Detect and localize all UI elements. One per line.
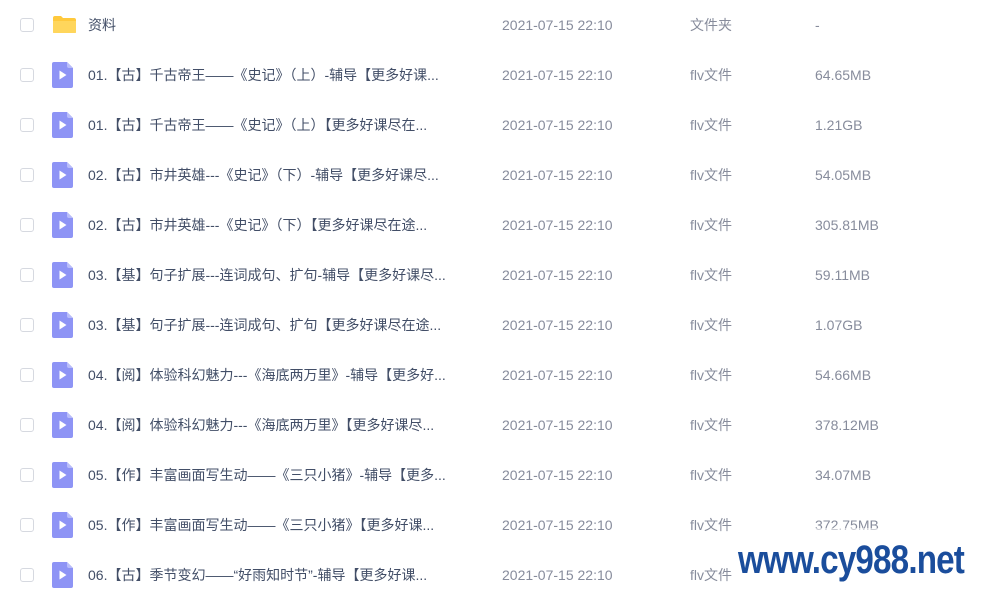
row-checkbox[interactable]	[20, 118, 34, 132]
file-type: 文件夹	[690, 17, 732, 33]
file-name[interactable]: 03.【基】句子扩展---连词成句、扩句【更多好课尽在途...	[88, 315, 441, 335]
file-size: -	[815, 17, 820, 33]
modified-time: 2021-07-15 22:10	[502, 67, 613, 83]
list-item[interactable]: 02.【古】市井英雄---《史记》（下）【更多好课尽在途... 2021-07-…	[0, 200, 981, 250]
list-item[interactable]: 05.【作】丰富画面写生动——《三只小猪》-辅导【更多... 2021-07-1…	[0, 450, 981, 500]
file-size: 59.11MB	[815, 267, 870, 283]
modified-time: 2021-07-15 22:10	[502, 217, 613, 233]
file-size: 305.81MB	[815, 217, 879, 233]
file-size: 1.21GB	[815, 117, 863, 133]
file-size: 64.65MB	[815, 67, 872, 83]
list-item[interactable]: 04.【阅】体验科幻魅力---《海底两万里》【更多好课尽... 2021-07-…	[0, 400, 981, 450]
video-file-icon	[52, 362, 73, 388]
row-checkbox[interactable]	[20, 368, 34, 382]
modified-time: 2021-07-15 22:10	[502, 167, 613, 183]
modified-time: 2021-07-15 22:10	[502, 367, 613, 383]
file-type: flv文件	[690, 517, 732, 533]
file-type: flv文件	[690, 267, 732, 283]
file-size: 54.05MB	[815, 167, 872, 183]
file-size: 54.66MB	[815, 367, 872, 383]
file-name[interactable]: 02.【古】市井英雄---《史记》（下）【更多好课尽在途...	[88, 215, 427, 235]
file-name[interactable]: 资料	[88, 15, 116, 35]
row-checkbox[interactable]	[20, 468, 34, 482]
file-type: flv文件	[690, 67, 732, 83]
file-name[interactable]: 02.【古】市井英雄---《史记》（下）-辅导【更多好课尽...	[88, 165, 439, 185]
file-type: flv文件	[690, 117, 732, 133]
modified-time: 2021-07-15 22:10	[502, 467, 613, 483]
row-checkbox[interactable]	[20, 68, 34, 82]
list-item[interactable]: 01.【古】千古帝王——《史记》（上）-辅导【更多好课... 2021-07-1…	[0, 50, 981, 100]
list-item[interactable]: 01.【古】千古帝王——《史记》（上）【更多好课尽在... 2021-07-15…	[0, 100, 981, 150]
file-type: flv文件	[690, 417, 732, 433]
modified-time: 2021-07-15 22:10	[502, 567, 613, 583]
list-item[interactable]: 03.【基】句子扩展---连词成句、扩句【更多好课尽在途... 2021-07-…	[0, 300, 981, 350]
video-file-icon	[52, 212, 73, 238]
file-name[interactable]: 03.【基】句子扩展---连词成句、扩句-辅导【更多好课尽...	[88, 265, 446, 285]
modified-time: 2021-07-15 22:10	[502, 117, 613, 133]
file-name[interactable]: 05.【作】丰富画面写生动——《三只小猪》【更多好课...	[88, 515, 434, 535]
file-name[interactable]: 01.【古】千古帝王——《史记》（上）-辅导【更多好课...	[88, 65, 439, 85]
modified-time: 2021-07-15 22:10	[502, 317, 613, 333]
video-file-icon	[52, 562, 73, 588]
row-checkbox[interactable]	[20, 168, 34, 182]
modified-time: 2021-07-15 22:10	[502, 17, 613, 33]
file-type: flv文件	[690, 467, 732, 483]
video-file-icon	[52, 462, 73, 488]
row-checkbox[interactable]	[20, 318, 34, 332]
folder-icon	[53, 16, 76, 33]
video-file-icon	[52, 412, 73, 438]
file-name[interactable]: 06.【古】季节变幻——“好雨知时节”-辅导【更多好课...	[88, 565, 427, 585]
row-checkbox[interactable]	[20, 268, 34, 282]
video-file-icon	[52, 512, 73, 538]
video-file-icon	[52, 112, 73, 138]
file-size: 34.07MB	[815, 467, 872, 483]
file-type: flv文件	[690, 167, 732, 183]
row-checkbox[interactable]	[20, 218, 34, 232]
row-checkbox[interactable]	[20, 568, 34, 582]
row-checkbox[interactable]	[20, 18, 34, 32]
modified-time: 2021-07-15 22:10	[502, 417, 613, 433]
watermark: www.cy988.net	[738, 538, 965, 582]
modified-time: 2021-07-15 22:10	[502, 267, 613, 283]
video-file-icon	[52, 312, 73, 338]
video-file-icon	[52, 162, 73, 188]
list-item[interactable]: 02.【古】市井英雄---《史记》（下）-辅导【更多好课尽... 2021-07…	[0, 150, 981, 200]
file-type: flv文件	[690, 367, 732, 383]
file-name[interactable]: 05.【作】丰富画面写生动——《三只小猪》-辅导【更多...	[88, 465, 446, 485]
file-type: flv文件	[690, 217, 732, 233]
file-size: 1.07GB	[815, 317, 863, 333]
modified-time: 2021-07-15 22:10	[502, 517, 613, 533]
file-name[interactable]: 01.【古】千古帝王——《史记》（上）【更多好课尽在...	[88, 115, 427, 135]
row-checkbox[interactable]	[20, 418, 34, 432]
list-item[interactable]: 资料 2021-07-15 22:10 文件夹 -	[0, 0, 981, 50]
file-size: 378.12MB	[815, 417, 879, 433]
list-item[interactable]: 04.【阅】体验科幻魅力---《海底两万里》-辅导【更多好... 2021-07…	[0, 350, 981, 400]
video-file-icon	[52, 62, 73, 88]
list-item[interactable]: 03.【基】句子扩展---连词成句、扩句-辅导【更多好课尽... 2021-07…	[0, 250, 981, 300]
file-type: flv文件	[690, 317, 732, 333]
file-type: flv文件	[690, 567, 732, 583]
file-list: 资料 2021-07-15 22:10 文件夹 - 01.【古】千古帝王——《史…	[0, 0, 981, 606]
file-name[interactable]: 04.【阅】体验科幻魅力---《海底两万里》-辅导【更多好...	[88, 365, 446, 385]
file-name[interactable]: 04.【阅】体验科幻魅力---《海底两万里》【更多好课尽...	[88, 415, 434, 435]
row-checkbox[interactable]	[20, 518, 34, 532]
video-file-icon	[52, 262, 73, 288]
